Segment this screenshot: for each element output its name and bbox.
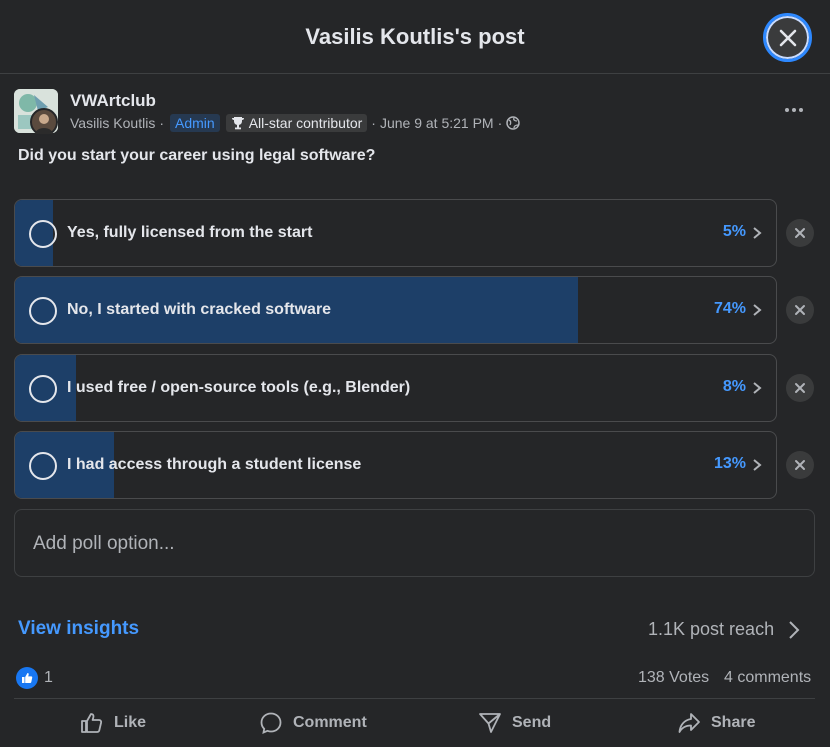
poll-option-label: Yes, fully licensed from the start bbox=[67, 224, 313, 241]
thumbs-up-icon bbox=[81, 713, 103, 733]
poll-option[interactable]: Yes, fully licensed from the start 5% bbox=[14, 199, 777, 267]
share-button-label: Share bbox=[711, 714, 756, 731]
poll-radio[interactable] bbox=[29, 220, 57, 248]
poll-option-percent[interactable]: 8% bbox=[723, 378, 746, 396]
person-icon bbox=[35, 114, 53, 134]
poll-question: Did you start your career using legal so… bbox=[18, 147, 376, 164]
like-button-label: Like bbox=[114, 714, 147, 731]
divider bbox=[14, 698, 815, 699]
contributor-label: All-star contributor bbox=[248, 115, 363, 131]
group-name[interactable]: VWArtclub bbox=[70, 91, 156, 111]
close-icon bbox=[795, 460, 805, 470]
poll-option-label: I used free / open-source tools (e.g., B… bbox=[67, 379, 411, 396]
poll-option[interactable]: No, I started with cracked software 74% bbox=[14, 276, 777, 344]
comment-button[interactable]: Comment bbox=[259, 708, 367, 738]
dialog-title: Vasilis Koutlis's post bbox=[305, 24, 525, 49]
poll-option-percent[interactable]: 74% bbox=[714, 300, 746, 318]
send-button[interactable]: Send bbox=[478, 708, 551, 738]
comment-icon bbox=[260, 712, 282, 734]
dot bbox=[785, 108, 789, 112]
poll-option[interactable]: I used free / open-source tools (e.g., B… bbox=[14, 354, 777, 422]
remove-option-button[interactable] bbox=[786, 219, 814, 247]
post-meta: Vasilis Koutlis · Admin All-star contrib… bbox=[70, 113, 521, 133]
contributor-badge[interactable]: All-star contributor bbox=[225, 114, 368, 132]
poll-radio[interactable] bbox=[29, 375, 57, 403]
view-insights-link[interactable]: View insights bbox=[18, 618, 139, 640]
post-reach[interactable]: 1.1K post reach bbox=[648, 619, 800, 640]
poll-option-percent[interactable]: 5% bbox=[723, 223, 746, 241]
poll-radio[interactable] bbox=[29, 297, 57, 325]
reaction-count[interactable]: 1 bbox=[44, 669, 53, 687]
poll-option[interactable]: I had access through a student license 1… bbox=[14, 431, 777, 499]
close-icon bbox=[779, 29, 796, 46]
post-reach-label: 1.1K post reach bbox=[648, 619, 775, 639]
poll-radio[interactable] bbox=[29, 452, 57, 480]
poll-option-percent[interactable]: 13% bbox=[714, 455, 746, 473]
post-dialog: Vasilis Koutlis's post VWArtclub Vasilis… bbox=[0, 0, 830, 747]
post-timestamp[interactable]: June 9 at 5:21 PM bbox=[380, 115, 494, 131]
dialog-header: Vasilis Koutlis's post bbox=[0, 0, 830, 74]
comment-button-label: Comment bbox=[293, 714, 367, 731]
chevron-right-icon bbox=[753, 227, 762, 239]
poll-option-label: I had access through a student license bbox=[67, 456, 362, 473]
separator: · bbox=[371, 115, 376, 131]
like-button[interactable]: Like bbox=[80, 708, 146, 738]
like-reaction-icon[interactable] bbox=[16, 667, 38, 689]
close-button[interactable] bbox=[763, 13, 812, 62]
thumbs-up-icon bbox=[22, 673, 33, 683]
comments-count[interactable]: 4 comments bbox=[724, 669, 811, 687]
close-icon bbox=[795, 305, 805, 315]
admin-badge[interactable]: Admin bbox=[170, 114, 220, 132]
chevron-right-icon bbox=[789, 620, 800, 639]
dot bbox=[799, 108, 803, 112]
trophy-icon bbox=[231, 117, 244, 130]
more-options-button[interactable] bbox=[778, 98, 810, 122]
dot bbox=[792, 108, 796, 112]
votes-count[interactable]: 138 Votes bbox=[638, 669, 709, 687]
chevron-right-icon bbox=[753, 459, 762, 471]
author-name[interactable]: Vasilis Koutlis bbox=[70, 115, 155, 131]
close-icon bbox=[795, 228, 805, 238]
add-poll-option-input[interactable] bbox=[33, 532, 773, 556]
poll-option-label: No, I started with cracked software bbox=[67, 301, 332, 318]
globe-icon[interactable] bbox=[506, 116, 521, 130]
chevron-right-icon bbox=[753, 382, 762, 394]
share-icon bbox=[678, 713, 700, 733]
send-button-label: Send bbox=[512, 714, 552, 731]
remove-option-button[interactable] bbox=[786, 451, 814, 479]
remove-option-button[interactable] bbox=[786, 374, 814, 402]
send-icon bbox=[479, 713, 501, 733]
add-poll-option-field[interactable] bbox=[14, 509, 815, 577]
close-icon bbox=[795, 383, 805, 393]
chevron-right-icon bbox=[753, 304, 762, 316]
separator: · bbox=[159, 115, 164, 131]
separator: · bbox=[497, 115, 503, 131]
remove-option-button[interactable] bbox=[786, 296, 814, 324]
author-avatar[interactable] bbox=[30, 108, 58, 136]
share-button[interactable]: Share bbox=[677, 708, 755, 738]
